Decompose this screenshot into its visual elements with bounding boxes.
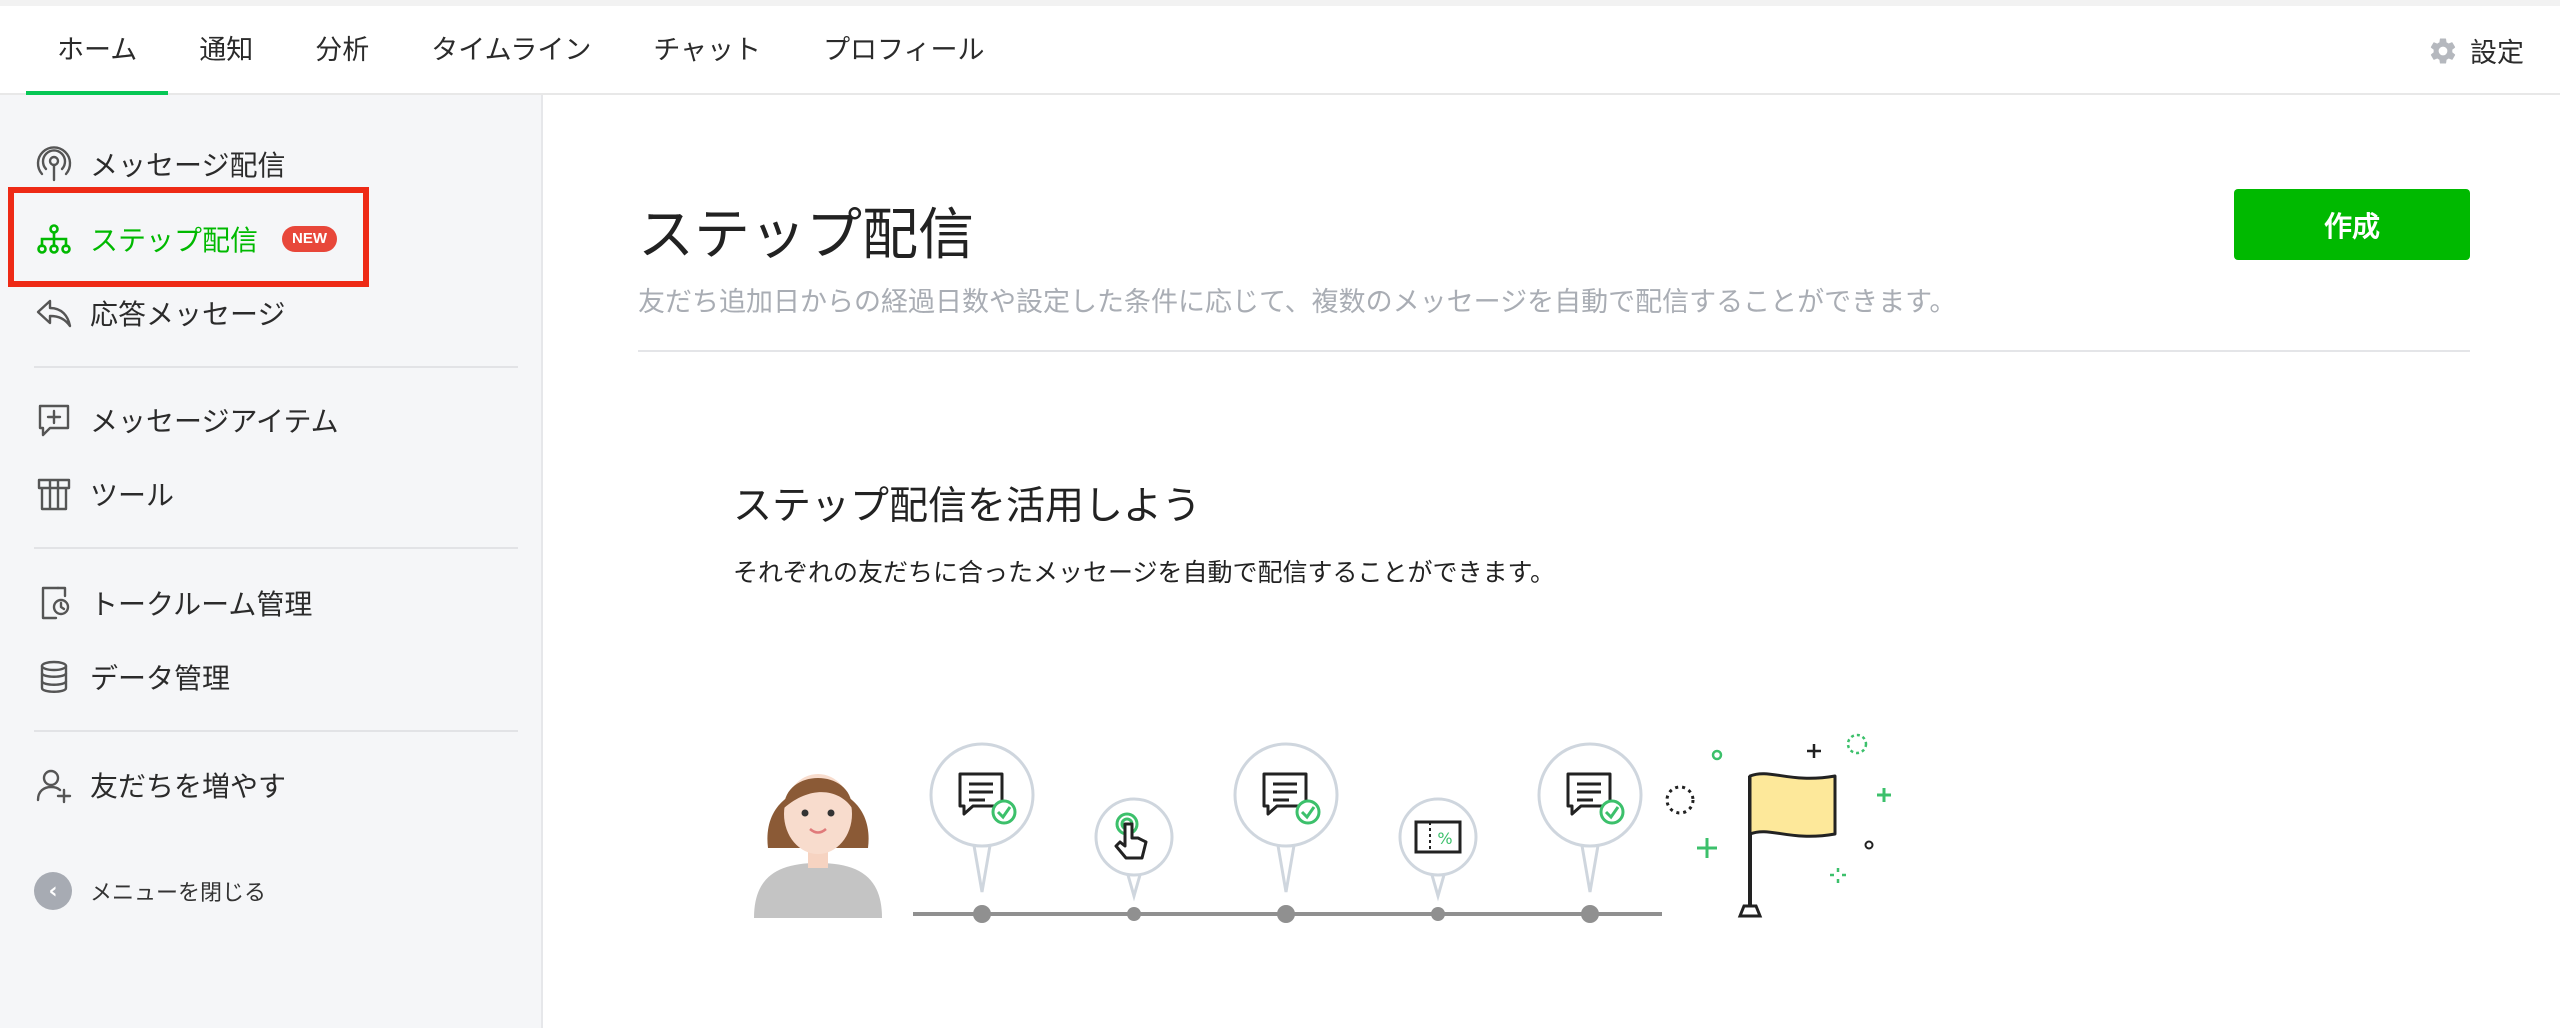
sidebar-item-label: 友だちを増やす [90,770,287,803]
message-bubble-icon [929,742,1035,893]
step-delivery-illustration: % [754,733,1891,923]
close-menu-label: メニューを閉じる [90,881,267,906]
tab-timeline[interactable]: タイムライン [400,6,622,95]
timeline-dot [973,905,991,923]
header-divider [638,350,2470,352]
gear-icon [2430,38,2456,64]
sidebar-divider [34,730,518,732]
timeline-dot [1431,907,1445,921]
sidebar-item-label: 応答メッセージ [90,298,286,331]
tab-home[interactable]: ホーム [26,6,169,97]
tab-profile[interactable]: プロフィール [792,6,1015,95]
settings-button[interactable]: 設定 [2428,6,2524,95]
goal-flag-icon [1665,733,1891,918]
message-bubble-icon [1233,742,1339,893]
tab-notifications[interactable]: 通知 [168,6,284,95]
highlight-annotation-box [8,187,369,287]
reply-icon [36,299,72,328]
sidebar-item-label: メッセージアイテム [90,405,339,438]
gift-box-icon [37,478,71,511]
message-bubble-icon [1537,742,1643,893]
sidebar-item-label: ツール [90,479,175,512]
database-icon [40,660,68,693]
coupon-bubble-icon: % [1398,797,1478,902]
broadcast-icon [36,146,72,182]
page-title: ステップ配信 [638,203,974,268]
sidebar-item-message-broadcast[interactable]: メッセージ配信 [34,139,285,189]
timeline-dot [1581,905,1599,923]
svg-text:%: % [1437,829,1452,848]
close-menu-button[interactable]: ‹ メニューを閉じる [34,872,266,910]
sidebar-item-label: メッセージ配信 [90,149,286,182]
tab-chat[interactable]: チャット [622,6,792,95]
sidebar-divider [34,366,518,368]
add-friend-icon [36,769,72,804]
sidebar-divider [34,547,518,549]
timeline-dot [1277,905,1295,923]
settings-label: 設定 [2470,38,2524,69]
chevron-left-icon: ‹ [34,872,72,910]
message-plus-icon [38,404,70,437]
page-description: 友だち追加日からの経過日数や設定した条件に応じて、複数のメッセージを自動で配信す… [638,287,1957,318]
tap-bubble-icon [1094,797,1174,902]
person-illustration [754,774,882,918]
sidebar-item-message-items[interactable]: メッセージアイテム [34,395,339,445]
timeline-dot [1127,907,1141,921]
main-tabs: ホーム 通知 分析 タイムライン チャット プロフィール [26,6,1016,97]
tab-analytics[interactable]: 分析 [284,6,400,95]
sidebar-item-grow-friends[interactable]: 友だちを増やす [34,760,286,810]
promo-title: ステップ配信を活用しよう [733,484,1202,529]
sidebar-item-talkroom-management[interactable]: トークルーム管理 [34,578,312,628]
phone-settings-icon [41,586,70,620]
sidebar-item-data-management[interactable]: データ管理 [34,652,230,702]
sidebar: メッセージ配信 ステップ配信 NEW 応答メッセージ メッセージアイテム ツール… [0,95,543,1028]
promo-description: それぞれの友だちに合ったメッセージを自動で配信することができます。 [733,558,1556,587]
top-navigation: ホーム 通知 分析 タイムライン チャット プロフィール 設定 [0,0,2560,97]
create-button[interactable]: 作成 [2234,189,2470,260]
sidebar-item-label: トークルーム管理 [90,588,313,621]
sidebar-item-label: データ管理 [90,662,231,695]
sidebar-item-auto-reply[interactable]: 応答メッセージ [34,288,285,338]
sidebar-item-tools[interactable]: ツール [34,469,174,519]
